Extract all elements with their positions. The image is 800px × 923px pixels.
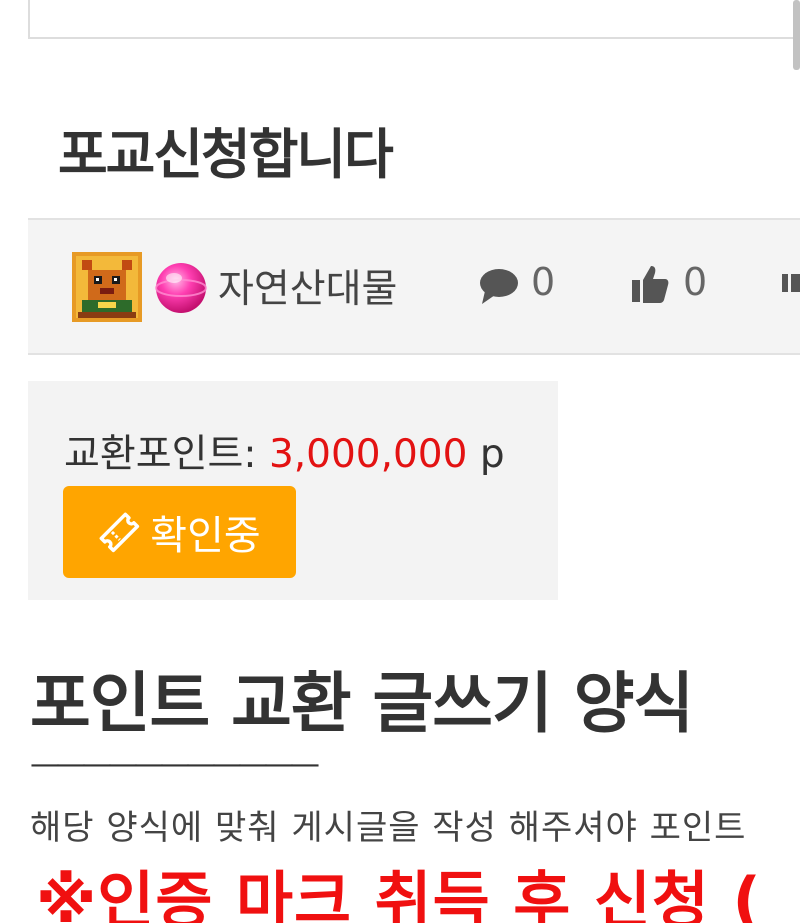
thumbs-up-icon[interactable] xyxy=(631,264,669,304)
scrollbar-thumb[interactable] xyxy=(793,0,800,70)
like-count: 0 xyxy=(683,260,708,304)
status-button-label: 확인중 xyxy=(150,513,261,559)
author-name[interactable]: 자연산대물 xyxy=(218,258,397,314)
top-content-box xyxy=(28,0,800,39)
speech-bubble-icon xyxy=(480,269,518,304)
pink-orb-level-icon xyxy=(155,263,207,313)
divider-line: ——————————— xyxy=(30,747,320,782)
ticket-icon xyxy=(99,512,140,553)
pixel-avatar-icon[interactable] xyxy=(72,252,142,322)
exchange-point-line: 교환포인트: 3,000,000 p xyxy=(64,423,505,479)
instruction-text: 해당 양식에 맞춰 게시글을 작성 해주셔야 포인트 xyxy=(30,808,747,848)
post-view-page: 포교신청합니다 자연산대물 0 0 교환포인트: 3,000,000 p 확인중… xyxy=(0,0,800,923)
post-title: 포교신청합니다 xyxy=(58,123,394,186)
thumbs-down-icon[interactable] xyxy=(782,272,800,294)
form-heading: 포인트 교환 글쓰기 양식 xyxy=(30,665,694,742)
exchange-point-label: 교환포인트: xyxy=(64,432,257,477)
comment-count: 0 xyxy=(531,260,556,304)
exchange-point-value: 3,000,000 xyxy=(268,432,468,477)
exchange-point-unit: p xyxy=(479,432,505,477)
post-meta-bar: 자연산대물 0 0 xyxy=(28,218,800,355)
status-button[interactable]: 확인중 xyxy=(63,486,296,578)
point-exchange-box: 교환포인트: 3,000,000 p 확인중 xyxy=(28,381,558,600)
warning-text: ※인증 마크 취득 후 신청 ( xyxy=(36,864,762,923)
